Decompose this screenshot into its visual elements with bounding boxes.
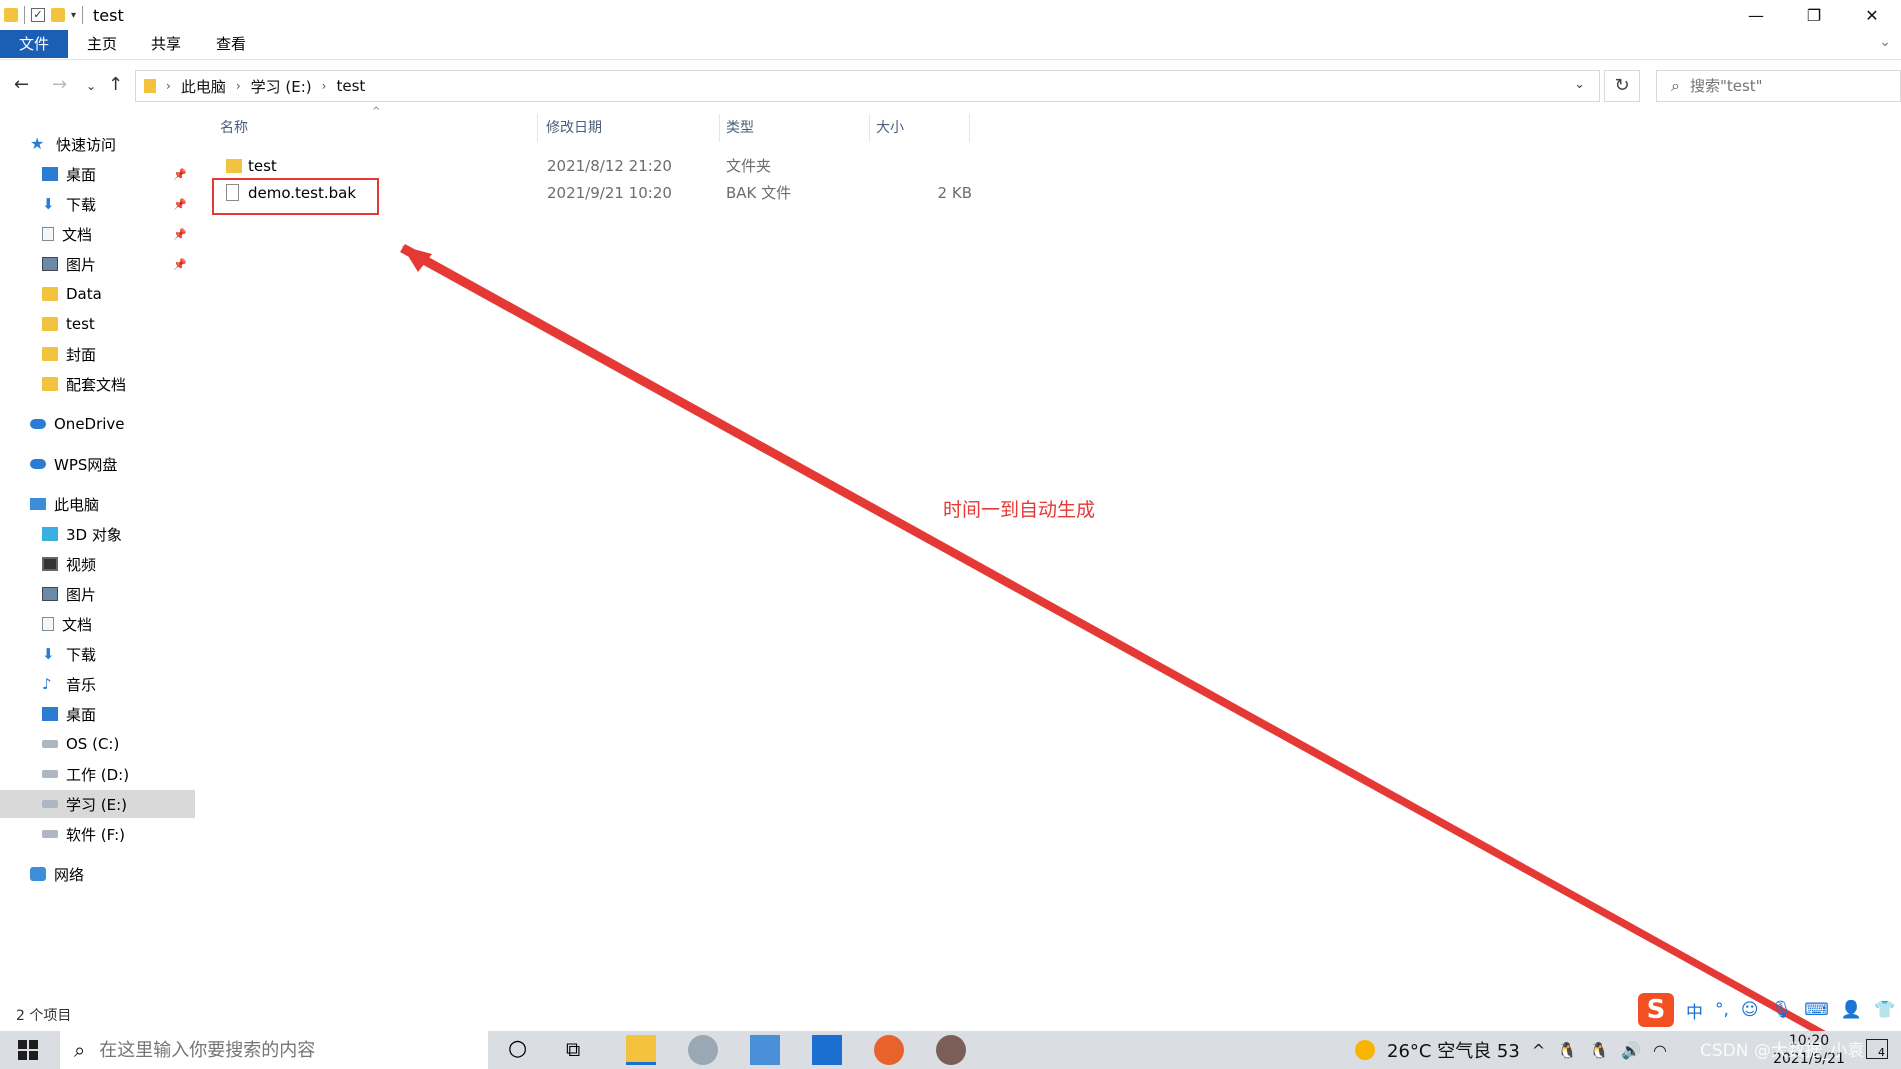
punctuation-icon[interactable]: °, <box>1715 1000 1729 1020</box>
user-icon[interactable]: 👤 <box>1841 1000 1862 1020</box>
volume-icon[interactable]: 🔊 <box>1621 1041 1641 1060</box>
taskbar-search-input[interactable] <box>99 1039 480 1061</box>
weather-sun-icon[interactable] <box>1355 1040 1375 1060</box>
qq-icon[interactable]: 🐧 <box>1557 1041 1577 1060</box>
arrow-head <box>402 246 432 272</box>
annotation-arrow <box>400 244 1860 1056</box>
avatar[interactable] <box>936 1035 966 1065</box>
windows-start-icon[interactable] <box>18 1040 38 1060</box>
firefox-icon[interactable] <box>874 1035 904 1065</box>
skin-icon[interactable]: 👕 <box>1874 1000 1895 1020</box>
qq-icon[interactable]: 🐧 <box>1589 1041 1609 1060</box>
taskbar: ⌕ ○ ⧉ 26°C 空气良 53 ^ 🐧 🐧 🔊 ◠ 10:20 2021/9… <box>0 1031 1901 1069</box>
watermark: CSDN @大数据_小袁 <box>1700 1041 1865 1061</box>
notification-center-icon[interactable]: 4 <box>1866 1039 1888 1059</box>
pycharm-app-icon[interactable] <box>812 1035 842 1065</box>
arrow-shaft <box>400 244 1860 1056</box>
show-hidden-icons-icon[interactable]: ^ <box>1532 1041 1545 1060</box>
weather-readout[interactable]: 26°C 空气良 53 <box>1387 1037 1520 1063</box>
cortana-icon[interactable]: ○ <box>508 1036 527 1061</box>
task-view-icon[interactable]: ⧉ <box>566 1037 580 1061</box>
ime-language-toggle[interactable]: 中 <box>1686 998 1703 1023</box>
annotation-label: 时间一到自动生成 <box>943 499 1096 521</box>
search-icon: ⌕ <box>74 1038 86 1062</box>
microphone-icon[interactable]: 🎙 <box>1771 1000 1793 1020</box>
settings-gear-icon[interactable] <box>688 1035 718 1065</box>
sogou-logo-icon[interactable]: S <box>1638 993 1674 1027</box>
keyboard-icon[interactable]: ⌨ <box>1804 1000 1829 1020</box>
wifi-icon[interactable]: ◠ <box>1653 1041 1667 1060</box>
control-panel-icon[interactable] <box>750 1035 780 1065</box>
ime-toolbar: S 中 °, ☺ 🎙 ⌨ 👤 👕 ▦ <box>1638 993 1901 1027</box>
system-tray: 26°C 空气良 53 ^ 🐧 🐧 🔊 ◠ <box>1355 1031 1667 1069</box>
file-explorer-icon[interactable] <box>626 1035 656 1065</box>
emoji-icon[interactable]: ☺ <box>1741 1000 1759 1020</box>
taskbar-search-box[interactable]: ⌕ <box>60 1031 488 1069</box>
status-item-count: 2 个项目 <box>16 1008 72 1024</box>
